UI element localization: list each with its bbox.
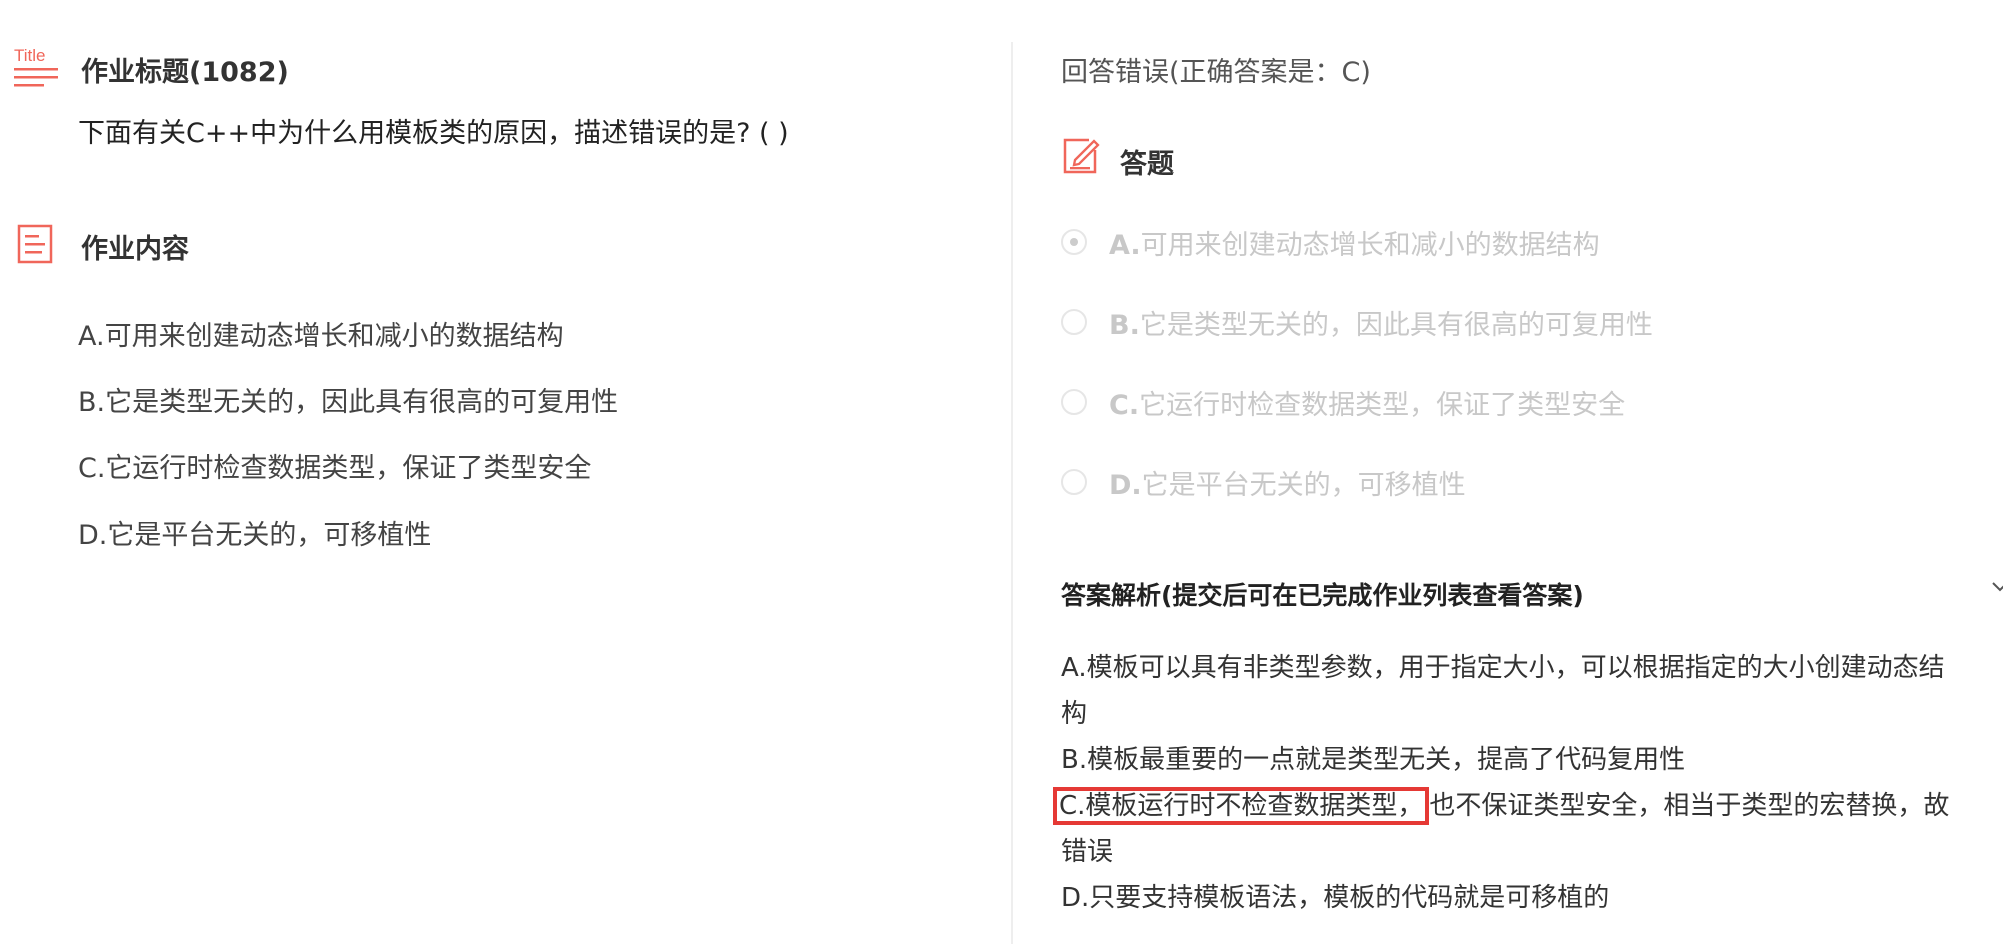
radio-icon[interactable] — [1061, 309, 1087, 335]
assignment-content-heading: 作业内容 — [81, 234, 189, 265]
analysis-line-d1: D.只要支持模板语法，模板的代码就是可移植的 — [1061, 883, 1610, 913]
radio-icon[interactable] — [1061, 389, 1087, 415]
highlighted-text: C.模板运行时不检查数据类型， — [1053, 787, 1430, 825]
answer-pane: 回答错误(正确答案是：C) 答题 A.可用来创建动态增长和减小的数据结构 B.它… — [1013, 0, 2003, 944]
choice-a[interactable]: A.可用来创建动态增长和减小的数据结构 — [1061, 222, 1600, 262]
option-d-text: D.它是平台无关的，可移植性 — [78, 520, 432, 551]
answer-result-text: 回答错误(正确答案是：C) — [1061, 57, 1371, 88]
answer-heading: 答题 — [1120, 149, 1174, 180]
chevron-down-icon[interactable] — [1991, 578, 2003, 596]
analysis-line-c2: 错误 — [1061, 837, 1114, 867]
analysis-line-b1: B.模板最重要的一点就是类型无关，提高了代码复用性 — [1061, 745, 1686, 775]
choice-c[interactable]: C.它运行时检查数据类型，保证了类型安全 — [1061, 382, 1625, 422]
choice-d-letter: D. — [1109, 469, 1142, 501]
radio-selected-icon[interactable] — [1061, 229, 1087, 255]
option-c-text: C.它运行时检查数据类型，保证了类型安全 — [78, 453, 592, 484]
question-text: 下面有关C++中为什么用模板类的原因，描述错误的是? ( ) — [78, 118, 789, 149]
choice-b-letter: B. — [1109, 309, 1140, 341]
choice-a-letter: A. — [1109, 229, 1141, 261]
option-a-text: A.可用来创建动态增长和减小的数据结构 — [78, 321, 564, 352]
choice-a-text: 可用来创建动态增长和减小的数据结构 — [1140, 229, 1600, 261]
document-icon — [17, 224, 53, 264]
analysis-line-a2: 构 — [1061, 699, 1088, 729]
analysis-line-c1: C.模板运行时不检查数据类型， 也不保证类型安全，相当于类型的宏替换，故 — [1053, 783, 1950, 829]
choice-d[interactable]: D.它是平台无关的，可移植性 — [1061, 462, 1466, 502]
option-b-text: B.它是类型无关的，因此具有很高的可复用性 — [78, 387, 619, 418]
choice-d-label: D.它是平台无关的，可移植性 — [1109, 463, 1466, 502]
choice-c-letter: C. — [1109, 389, 1140, 421]
assignment-title-heading: 作业标题(1082) — [81, 57, 289, 88]
analysis-heading: 答案解析(提交后可在已完成作业列表查看答案) — [1061, 581, 1584, 610]
radio-icon[interactable] — [1061, 469, 1087, 495]
choice-c-label: C.它运行时检查数据类型，保证了类型安全 — [1109, 383, 1625, 422]
analysis-line-c1-rest: 也不保证类型安全，相当于类型的宏替换，故 — [1429, 791, 1950, 821]
title-icon: Title — [13, 46, 59, 92]
svg-text:Title: Title — [14, 46, 46, 65]
choice-d-text: 它是平台无关的，可移植性 — [1141, 469, 1466, 501]
choice-c-text: 它运行时检查数据类型，保证了类型安全 — [1139, 389, 1626, 421]
question-pane: Title 作业标题(1082) 下面有关C++中为什么用模板类的原因，描述错误… — [0, 0, 1010, 944]
choice-a-label: A.可用来创建动态增长和减小的数据结构 — [1109, 223, 1600, 262]
analysis-line-a1: A.模板可以具有非类型参数，用于指定大小，可以根据指定的大小创建动态结 — [1061, 653, 1945, 683]
choice-b-text: 它是类型无关的，因此具有很高的可复用性 — [1139, 309, 1653, 341]
choice-b-label: B.它是类型无关的，因此具有很高的可复用性 — [1109, 303, 1653, 342]
choice-b[interactable]: B.它是类型无关的，因此具有很高的可复用性 — [1061, 302, 1653, 342]
edit-icon — [1061, 136, 1101, 176]
